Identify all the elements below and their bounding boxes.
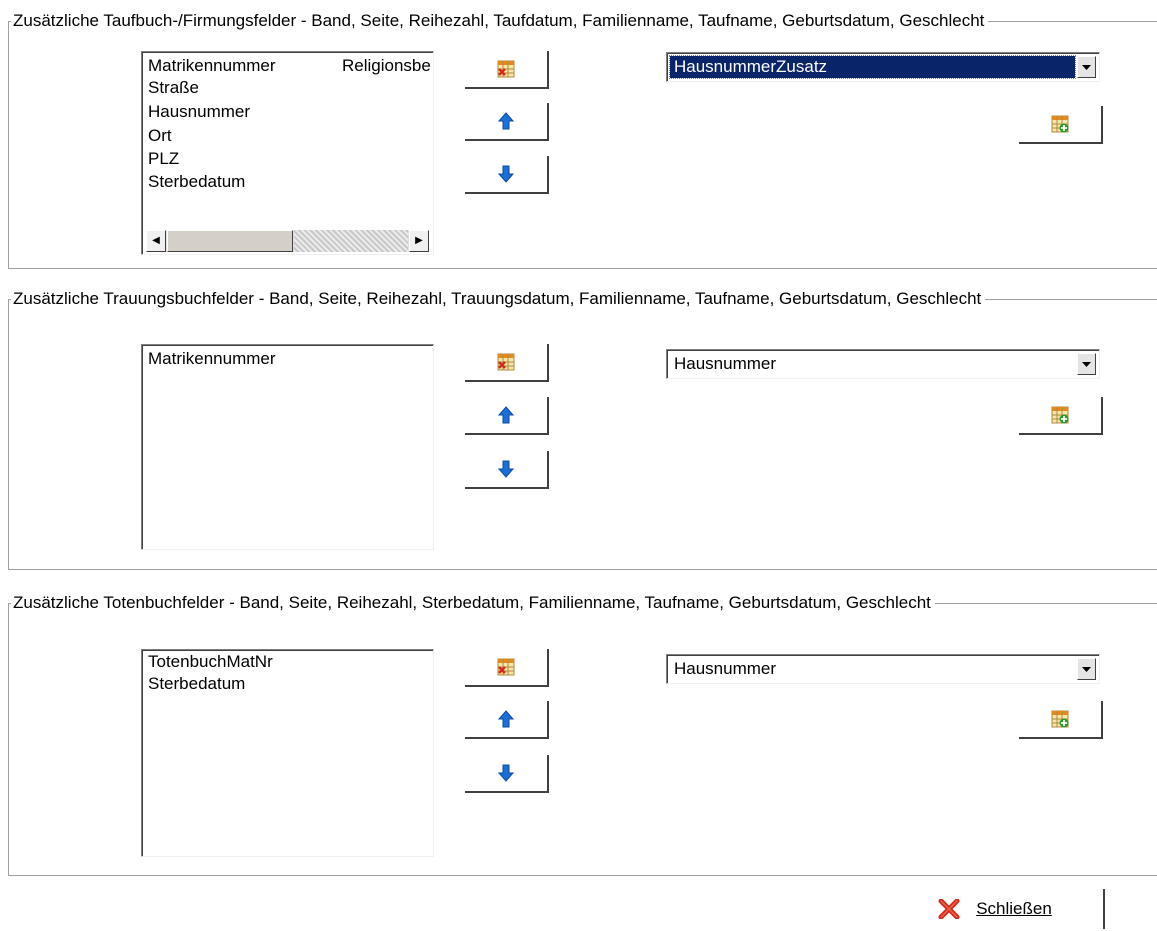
- field-listbox[interactable]: Matrikennummer: [141, 344, 434, 550]
- scroll-track[interactable]: [294, 230, 408, 252]
- table-add-icon: [1051, 406, 1069, 424]
- table-add-icon: [1051, 115, 1069, 133]
- arrow-up-icon: [498, 112, 514, 130]
- close-button[interactable]: Schließen: [887, 889, 1105, 929]
- add-field-button[interactable]: [1019, 397, 1103, 435]
- list-item[interactable]: Hausnummer: [148, 101, 250, 123]
- table-delete-icon: [497, 658, 515, 676]
- list-item[interactable]: Straße: [148, 77, 199, 99]
- horizontal-scrollbar[interactable]: ◀ ▶: [146, 230, 429, 252]
- arrow-up-icon: [498, 710, 514, 728]
- chevron-down-icon[interactable]: [1077, 56, 1096, 78]
- list-item[interactable]: Sterbedatum: [148, 673, 245, 695]
- list-item[interactable]: Sterbedatum: [148, 171, 245, 193]
- move-up-button[interactable]: [465, 701, 549, 739]
- chevron-down-icon[interactable]: [1077, 353, 1096, 375]
- arrow-down-icon: [498, 764, 514, 782]
- list-item[interactable]: PLZ: [148, 148, 179, 170]
- remove-field-button[interactable]: [465, 344, 549, 382]
- table-add-icon: [1051, 710, 1069, 728]
- table-delete-icon: [497, 60, 515, 78]
- list-item[interactable]: Religionsbe: [342, 55, 431, 77]
- move-down-button[interactable]: [465, 755, 549, 793]
- field-select[interactable]: HausnummerZusatz: [666, 52, 1100, 82]
- arrow-down-icon: [498, 165, 514, 183]
- list-item[interactable]: TotenbuchMatNr: [148, 651, 273, 673]
- scroll-thumb[interactable]: [167, 230, 293, 252]
- group-title: Zusätzliche Totenbuchfelder - Band, Seit…: [11, 593, 935, 613]
- field-select-value[interactable]: Hausnummer: [670, 658, 1075, 680]
- arrow-up-icon: [498, 406, 514, 424]
- chevron-down-icon[interactable]: [1077, 658, 1096, 680]
- list-item[interactable]: Ort: [148, 125, 172, 147]
- close-button-label: Schließen: [976, 899, 1052, 918]
- scroll-right-icon[interactable]: ▶: [409, 230, 429, 252]
- move-up-button[interactable]: [465, 397, 549, 435]
- group-title: Zusätzliche Taufbuch-/Firmungsfelder - B…: [11, 11, 989, 31]
- remove-field-button[interactable]: [465, 649, 549, 687]
- field-select[interactable]: Hausnummer: [666, 349, 1100, 379]
- remove-field-button[interactable]: [465, 51, 549, 89]
- move-down-button[interactable]: [465, 156, 549, 194]
- move-down-button[interactable]: [465, 451, 549, 489]
- list-item[interactable]: Matrikennummer: [148, 348, 276, 370]
- group-title: Zusätzliche Trauungsbuchfelder - Band, S…: [11, 289, 986, 309]
- field-listbox[interactable]: TotenbuchMatNr Sterbedatum: [141, 649, 434, 857]
- field-select-value[interactable]: Hausnummer: [670, 353, 1075, 375]
- field-select[interactable]: Hausnummer: [666, 654, 1100, 684]
- list-item[interactable]: Matrikennummer: [148, 55, 276, 77]
- add-field-button[interactable]: [1019, 106, 1103, 144]
- table-delete-icon: [497, 353, 515, 371]
- scroll-left-icon[interactable]: ◀: [146, 230, 166, 252]
- add-field-button[interactable]: [1019, 701, 1103, 739]
- close-icon: [938, 899, 960, 919]
- move-up-button[interactable]: [465, 103, 549, 141]
- field-listbox[interactable]: Matrikennummer Religionsbe Straße Hausnu…: [141, 51, 434, 255]
- arrow-down-icon: [498, 460, 514, 478]
- field-select-value[interactable]: HausnummerZusatz: [669, 55, 1076, 79]
